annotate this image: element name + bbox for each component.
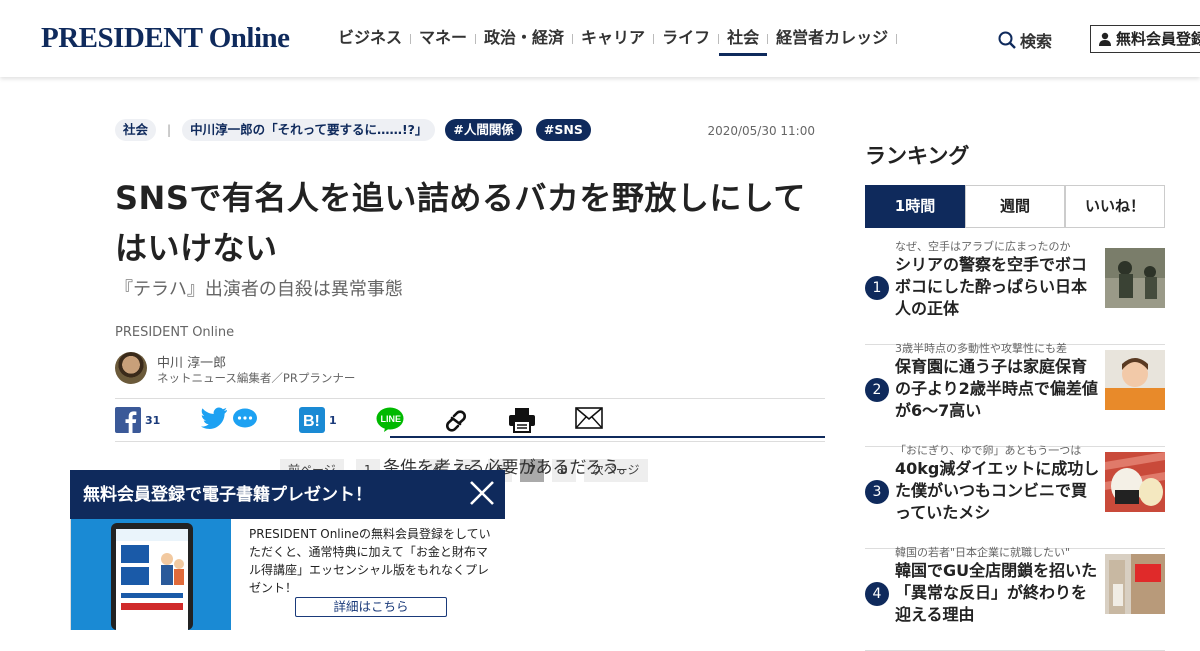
nav-item-life[interactable]: ライフ [654,26,718,56]
article: 社会 | 中川淳一郎の「それって要するに……!?」 #人間関係 #SNS 202… [115,115,825,482]
svg-text:LINE: LINE [381,414,402,424]
rank-headline: 保育園に通う子は家庭保育の子より2歳半時点で偏差値が6～7高い [895,357,1098,420]
rank-headline: 40kg減ダイエットに成功した僕がいつもコンビニで買っていたメシ [895,459,1100,522]
main-nav: ビジネス マネー 政治・経済 キャリア ライフ 社会 経営者カレッジ [330,26,898,56]
tag-badge[interactable]: #SNS [535,119,591,141]
avatar [115,352,147,384]
popup-header: 無料会員登録で電子書籍プレゼント！ [70,470,505,519]
article-thumbnail [1105,452,1165,512]
rank-kicker: 韓国の若者"日本企業に就職したい" [895,546,1071,559]
line-share[interactable]: LINE [376,407,404,433]
ebook-cover-image [71,519,231,630]
article-subtitle: 『テラハ』出演者の自殺は異常事態 [115,279,403,300]
search-label: 検索 [1020,32,1053,51]
print-button[interactable] [508,407,536,433]
category-badge[interactable]: 社会 [115,119,157,141]
author-role: ネットニュース編集者／PRプランナー [157,371,356,385]
article-source: PRESIDENT Online [115,325,235,340]
nav-item-politics[interactable]: 政治・経済 [476,26,572,56]
twitter-share[interactable] [200,407,258,431]
svg-text:B!: B! [303,413,320,430]
popup-body: PRESIDENT Onlineの無料会員登録をしていただくと、通常特典に加えて… [70,519,505,630]
signup-popup: 無料会員登録で電子書籍プレゼント！ PRESIDENT Onlineの無料会員登… [70,470,505,630]
user-icon [1099,32,1111,46]
rank-kicker: 3歳半時点の多動性や攻撃性にも差 [895,342,1067,355]
site-logo[interactable]: PRESIDENT Online [41,22,290,55]
details-button[interactable]: 詳細はこちら [295,597,447,617]
signup-label: 無料会員登録 [1116,30,1200,48]
tab-likes[interactable]: いいね！ [1065,185,1165,228]
ranking-title: ランキング [865,144,970,168]
popup-description: PRESIDENT Onlineの無料会員登録をしていただくと、通常特典に加えて… [249,527,491,595]
author-block[interactable]: 中川 淳一郎 ネットニュース編集者／PRプランナー [115,352,825,396]
article-thumbnail [1105,248,1165,308]
rank-headline: シリアの警察を空手でボコボコにした酔っぱらい日本人の正体 [895,255,1088,318]
close-icon[interactable] [468,479,496,507]
hatena-share[interactable]: B! 1 [299,407,337,433]
publish-date: 2020/05/30 11:00 [707,124,815,138]
comment-bubble-icon [233,408,257,428]
article-meta: 社会 | 中川淳一郎の「それって要するに……!?」 #人間関係 #SNS 202… [115,115,825,145]
rank-number: 1 [865,276,889,300]
facebook-icon [115,407,141,433]
tab-weekly[interactable]: 週間 [965,185,1065,228]
ranking-item[interactable]: 1 なぜ、空手はアラブに広まったのか シリアの警察を空手でボコボコにした酔っぱら… [865,240,1165,345]
rank-headline: 韓国でGU全店閉鎖を招いた「異常な反日」が終わりを迎える理由 [895,561,1098,624]
facebook-share[interactable]: 31 [115,407,160,433]
facebook-count: 31 [145,413,161,427]
search-button[interactable]: 検索 [998,28,1052,52]
author-name: 中川 淳一郎 [157,356,227,371]
ranking-tabs: 1時間 週間 いいね！ [865,185,1165,228]
tag-badge[interactable]: #人間関係 [445,119,522,141]
rank-kicker: 「おにぎり、ゆで卵」あともう一つは [895,444,1082,457]
link-icon [445,410,467,432]
site-header: PRESIDENT Online ビジネス マネー 政治・経済 キャリア ライフ… [0,0,1200,77]
nav-item-career[interactable]: キャリア [573,26,653,56]
search-icon [998,31,1016,49]
article-thumbnail [1105,350,1165,410]
rank-number: 3 [865,480,889,504]
ranking-sidebar: ランキング 1時間 週間 いいね！ 1 なぜ、空手はアラブに広まったのか シリア… [865,140,1200,651]
twitter-icon [201,407,227,429]
nav-item-money[interactable]: マネー [411,26,475,56]
article-thumbnail [1105,554,1165,614]
rank-kicker: なぜ、空手はアラブに広まったのか [895,240,1071,253]
rank-number: 2 [865,378,889,402]
email-share[interactable] [575,407,603,429]
copy-link-button[interactable] [442,407,470,435]
signup-button[interactable]: 無料会員登録 [1090,25,1200,53]
line-icon: LINE [376,407,404,432]
nav-item-college[interactable]: 経営者カレッジ [768,26,896,56]
rank-number: 4 [865,582,889,606]
nav-item-business[interactable]: ビジネス [330,26,410,56]
ranking-item[interactable]: 3 「おにぎり、ゆで卵」あともう一つは 40kg減ダイエットに成功した僕がいつも… [865,444,1165,549]
ranking-item[interactable]: 2 3歳半時点の多動性や攻撃性にも差 保育園に通う子は家庭保育の子より2歳半時点… [865,342,1165,447]
hatena-count: 1 [329,413,337,427]
section-divider [390,436,825,438]
popup-title: 無料会員登録で電子書籍プレゼント！ [83,485,372,505]
tab-hourly[interactable]: 1時間 [865,185,965,228]
mail-icon [575,407,603,429]
nav-item-society[interactable]: 社会 [719,26,768,56]
hatena-bookmark-icon: B! [299,407,325,433]
ranking-item[interactable]: 4 韓国の若者"日本企業に就職したい" 韓国でGU全店閉鎖を招いた「異常な反日」… [865,546,1165,651]
article-title: SNSで有名人を追い詰めるバカを野放しにしてはいけない [115,179,806,267]
print-icon [509,408,535,433]
series-badge[interactable]: 中川淳一郎の「それって要するに……!?」 [182,119,436,141]
